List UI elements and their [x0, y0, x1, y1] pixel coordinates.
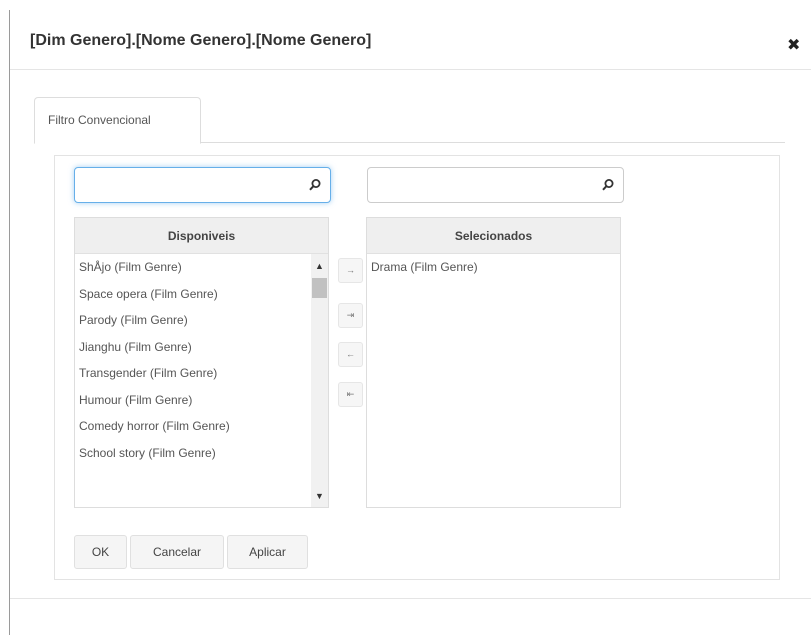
available-items: ShÅjo (Film Genre) Space opera (Film Gen… — [75, 254, 328, 466]
apply-button[interactable]: Aplicar — [227, 535, 308, 569]
ok-button[interactable]: OK — [74, 535, 127, 569]
tab-filtro-convencional[interactable]: Filtro Convencional — [34, 97, 201, 144]
list-item[interactable]: Transgender (Film Genre) — [75, 360, 328, 387]
list-item[interactable]: Space opera (Film Genre) — [75, 281, 328, 308]
scroll-thumb[interactable] — [312, 278, 327, 298]
scroll-up-icon[interactable]: ▲ — [311, 258, 328, 275]
dialog-header: [Dim Genero].[Nome Genero].[Nome Genero]… — [10, 0, 811, 70]
remove-selected-button[interactable]: ← — [338, 342, 363, 367]
list-item[interactable]: Parody (Film Genre) — [75, 307, 328, 334]
list-item[interactable]: ShÅjo (Film Genre) — [75, 254, 328, 281]
scroll-down-icon[interactable]: ▼ — [311, 488, 328, 505]
add-all-button[interactable]: ⇥ — [338, 303, 363, 328]
list-item[interactable]: School story (Film Genre) — [75, 440, 328, 467]
filter-dialog: [Dim Genero].[Nome Genero].[Nome Genero]… — [10, 0, 811, 635]
add-selected-button[interactable]: → — [338, 258, 363, 283]
list-item[interactable]: Humour (Film Genre) — [75, 387, 328, 414]
selected-search-field[interactable] — [367, 167, 624, 203]
available-search-field[interactable] — [74, 167, 331, 203]
selected-search-input[interactable] — [368, 168, 623, 202]
cancel-button[interactable]: Cancelar — [130, 535, 224, 569]
search-icon[interactable] — [308, 178, 322, 192]
dialog-title: [Dim Genero].[Nome Genero].[Nome Genero] — [30, 32, 372, 49]
close-icon[interactable]: ✖ — [787, 38, 800, 54]
selected-items: Drama (Film Genre) — [367, 254, 620, 281]
selected-list-header: Selecionados — [367, 218, 620, 254]
selected-list[interactable]: Selecionados Drama (Film Genre) — [366, 217, 621, 508]
search-icon[interactable] — [601, 178, 615, 192]
footer-divider — [10, 598, 811, 599]
remove-all-button[interactable]: ⇤ — [338, 382, 363, 407]
tab-bar: Filtro Convencional — [34, 97, 785, 144]
list-item[interactable]: Drama (Film Genre) — [367, 254, 620, 281]
available-list-header: Disponiveis — [75, 218, 328, 254]
list-item[interactable]: Jianghu (Film Genre) — [75, 334, 328, 361]
available-search-input[interactable] — [75, 168, 330, 202]
available-list[interactable]: Disponiveis ShÅjo (Film Genre) Space ope… — [74, 217, 329, 508]
available-scrollbar[interactable]: ▲ ▼ — [311, 254, 328, 507]
list-item[interactable]: Comedy horror (Film Genre) — [75, 413, 328, 440]
